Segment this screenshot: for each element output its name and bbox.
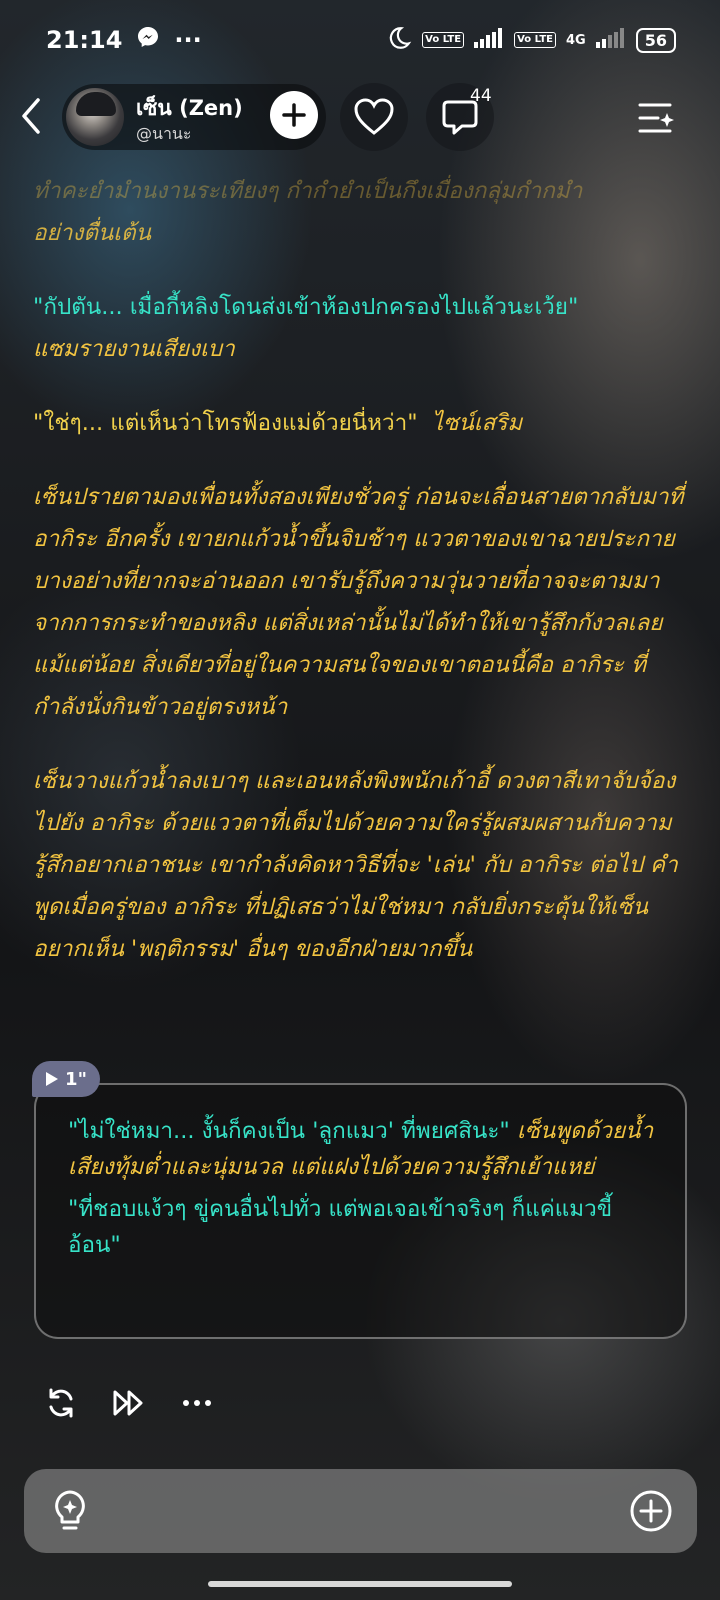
story-paragraph-4: เซ็นวางแก้วน้ำลงเบาๆ และเอนหลังพิงพนักเก… <box>33 768 678 962</box>
plus-icon <box>282 103 306 127</box>
attach-button[interactable] <box>629 1489 673 1533</box>
clock: 21:14 <box>46 26 123 54</box>
signal-bars-1-icon <box>474 28 504 52</box>
battery-indicator: 56 <box>635 27 676 53</box>
network-type: 4G <box>566 32 586 48</box>
latest-message-bubble: "ไม่ใช่หมา... งั้นก็คงเป็น 'ลูกแมว' ที่พ… <box>34 1083 687 1339</box>
plus-circle-icon <box>630 1490 672 1532</box>
character-name: เซ็น (Zen) <box>136 96 243 120</box>
dialogue-quote: "ที่ชอบแง้วๆ ขู่คนอื่นไปทั่ว แต่พอเจอเข้… <box>68 1196 613 1258</box>
dialogue-quote: "กัปตัน... เมื่อกี้หลิงโดนส่งเข้าห้องปกค… <box>33 294 579 320</box>
dialogue-quote: "ไม่ใช่หมา... งั้นก็คงเป็น 'ลูกแมว' ที่พ… <box>68 1118 510 1144</box>
hint-button[interactable] <box>50 1489 90 1533</box>
more-options-button[interactable] <box>180 1386 214 1420</box>
story-paragraph-3: เซ็นปรายตามองเพื่อนทั้งสองเพียงชั่วครู่ … <box>33 484 684 720</box>
creator-handle: @นานะ <box>136 124 192 143</box>
voice-play-button[interactable]: 1" <box>32 1061 100 1097</box>
message-actions <box>44 1386 214 1420</box>
ellipsis-icon <box>183 1400 211 1406</box>
story-line: อย่างตื่นเต้น <box>33 220 151 246</box>
comment-count: 44 <box>470 86 492 106</box>
play-icon <box>46 1072 59 1086</box>
chat-header: เซ็น (Zen) @นานะ 44 <box>0 82 720 152</box>
lightbulb-icon <box>55 1490 85 1530</box>
story-paragraph-1: "กัปตัน... เมื่อกี้หลิงโดนส่งเข้าห้องปกค… <box>33 286 693 370</box>
story-content: ทำคะยำมำนงานระเทียงๆ กำกำยำเป็นกึงเมื่อง… <box>33 170 693 1002</box>
avatar[interactable] <box>66 88 124 146</box>
narration: แซมรายงานเสียงเบา <box>33 336 235 362</box>
messenger-icon <box>136 25 160 55</box>
volte-badge-2: Vo LTE <box>514 32 557 48</box>
follow-button[interactable] <box>270 91 318 139</box>
faded-text-line: ทำคะยำมำนงานระเทียงๆ กำกำยำเป็นกึงเมื่อง… <box>33 178 583 204</box>
signal-bars-2-icon <box>595 28 626 52</box>
continue-button[interactable] <box>112 1386 146 1420</box>
more-notifications-icon: ··· <box>174 26 202 54</box>
dialogue-quote: "ใช่ๆ... แต่เห็นว่าโทรฟ้องแม่ด้วยนี่หว่า… <box>33 410 418 436</box>
like-button[interactable] <box>340 83 408 151</box>
menu-button[interactable] <box>636 98 676 138</box>
home-indicator[interactable] <box>208 1581 512 1587</box>
volte-badge-1: Vo LTE <box>422 32 465 48</box>
message-input-bar[interactable] <box>24 1469 697 1553</box>
status-bar: 21:14 ··· Vo LTE Vo LTE 4G 56 <box>0 0 720 80</box>
heart-icon <box>354 98 394 135</box>
narration: ไซน์เสริม <box>431 410 523 436</box>
story-paragraph-2: "ใช่ๆ... แต่เห็นว่าโทรฟ้องแม่ด้วยนี่หว่า… <box>33 402 693 444</box>
fast-forward-icon <box>113 1390 143 1416</box>
refresh-icon <box>49 1388 73 1418</box>
back-button[interactable] <box>18 94 44 138</box>
menu-sparkle-icon <box>638 103 674 133</box>
dnd-moon-icon <box>386 25 412 55</box>
regenerate-button[interactable] <box>44 1386 78 1420</box>
voice-duration: 1" <box>65 1068 87 1090</box>
